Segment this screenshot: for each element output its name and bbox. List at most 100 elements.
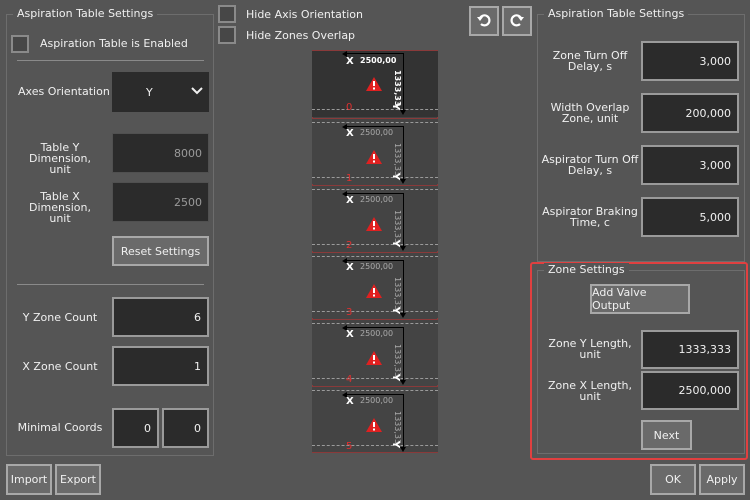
zone-y-label: Y (390, 306, 402, 315)
apply-button[interactable]: Apply (699, 464, 745, 495)
overlap-line-top (312, 256, 438, 257)
hide-zones-checkbox[interactable] (218, 26, 236, 44)
zone-x-label: X (346, 329, 354, 340)
zone-index: 3 (346, 307, 353, 318)
table-x-dimension-input[interactable]: 2500 (112, 182, 209, 222)
zone-item[interactable]: X 2500,00 1333,33 Y 5 (312, 386, 438, 452)
zone-index: 1 (346, 173, 353, 184)
zone-y-length-label: Zone Y Length, unit (548, 337, 632, 361)
next-button[interactable]: Next (641, 420, 692, 450)
right-group-title: Aspiration Table Settings (544, 7, 689, 20)
zone-y-value: 1333,33 (393, 70, 402, 107)
minimal-coords-y-input[interactable]: 0 (162, 408, 209, 448)
aspirator-turn-off-input[interactable]: 3,000 (641, 145, 739, 185)
table-y-dimension-label: Table Y Dimension, unit (29, 141, 91, 176)
aspirator-braking-input[interactable]: 5,000 (641, 197, 739, 237)
zone-x-label: X (346, 262, 354, 273)
x-axis-line (344, 327, 404, 328)
chevron-down-icon (191, 85, 203, 98)
zone-x-label: X (346, 396, 354, 407)
warning-icon (366, 150, 382, 167)
overlap-line-top (312, 390, 438, 391)
x-axis-line (344, 53, 404, 54)
zone-turn-off-input[interactable]: 3,000 (641, 41, 739, 81)
y-axis-arrow-icon (400, 110, 406, 115)
y-axis-line (403, 126, 404, 180)
x-zone-count-input[interactable]: 1 (112, 346, 209, 386)
zone-index: 2 (346, 240, 353, 251)
export-button[interactable]: Export (55, 464, 101, 495)
y-zone-count-label: Y Zone Count (22, 311, 98, 324)
zone-x-value: 2500,00 (360, 329, 394, 338)
overlap-line-top (312, 323, 438, 324)
minimal-coords-x-input[interactable]: 0 (112, 408, 159, 448)
zone-y-value: 1333,33 (393, 143, 402, 177)
zone-y-value: 1333,33 (393, 411, 402, 445)
zone-item[interactable]: X 2500,00 1333,33 Y 1 (312, 118, 438, 184)
rotate-cw-icon (509, 12, 525, 31)
warning-icon (366, 77, 382, 94)
y-zone-count-input[interactable]: 6 (112, 297, 209, 337)
table-y-dimension-input[interactable]: 8000 (112, 133, 209, 173)
axes-orientation-select[interactable]: Y (112, 72, 209, 112)
y-axis-line (403, 53, 404, 111)
zone-x-value: 2500,00 (360, 195, 394, 204)
add-valve-output-button[interactable]: Add Valve Output (590, 284, 690, 314)
zone-item[interactable]: X 2500,00 1333,33 Y 4 (312, 319, 438, 385)
zone-y-value: 1333,33 (393, 210, 402, 244)
aspiration-enabled-checkbox[interactable] (11, 35, 29, 53)
x-axis-line (344, 394, 404, 395)
zone-y-label: Y (390, 373, 402, 382)
x-axis-line (344, 126, 404, 127)
zone-x-value: 2500,00 (360, 128, 394, 137)
width-overlap-input[interactable]: 200,000 (641, 93, 739, 133)
zone-y-value: 1333,33 (393, 277, 402, 311)
x-axis-line (344, 193, 404, 194)
width-overlap-label: Width Overlap Zone, unit (550, 101, 630, 125)
zone-y-length-input[interactable]: 1333,333 (641, 330, 739, 369)
hide-axis-label[interactable]: Hide Axis Orientation (246, 9, 363, 20)
y-axis-line (403, 260, 404, 314)
rotate-ccw-icon (476, 12, 492, 31)
zone-x-label: X (346, 128, 354, 139)
ok-button[interactable]: OK (650, 464, 696, 495)
aspiration-enabled-label[interactable]: Aspiration Table is Enabled (40, 38, 188, 49)
zone-index: 5 (346, 441, 353, 452)
zone-turn-off-label: Zone Turn Off Delay, s (552, 49, 628, 73)
warning-icon (366, 351, 382, 368)
overlap-line-bottom (312, 445, 438, 446)
table-x-dimension-label: Table X Dimension, unit (29, 190, 91, 225)
zone-x-value: 2500,00 (360, 396, 394, 405)
minimal-coords-label: Minimal Coords (17, 421, 103, 434)
overlap-line-bottom (312, 244, 438, 245)
zone-x-value: 2500,00 (360, 262, 394, 271)
warning-icon (366, 284, 382, 301)
zone-item[interactable]: X 2500,00 1333,33 Y 2 (312, 185, 438, 251)
rotate-cw-button[interactable] (502, 6, 532, 36)
aspirator-braking-label: Aspirator Braking Time, c (542, 205, 638, 229)
left-divider-bottom (17, 284, 204, 285)
x-axis-line (344, 260, 404, 261)
zone-item[interactable]: X 2500,00 1333,33 Y 0 (312, 51, 438, 117)
overlap-line-bottom (312, 311, 438, 312)
overlap-line-bottom (312, 378, 438, 379)
zone-index: 4 (346, 374, 353, 385)
zone-x-label: X (346, 195, 354, 206)
zone-y-label: Y (390, 440, 402, 449)
axes-orientation-label: Axes Orientation (18, 85, 110, 98)
rotate-ccw-button[interactable] (469, 6, 499, 36)
zone-y-label: Y (390, 102, 402, 111)
zone-x-length-input[interactable]: 2500,000 (641, 371, 739, 410)
import-button[interactable]: Import (6, 464, 52, 495)
overlap-line-bottom (312, 109, 438, 110)
zone-y-value: 1333,33 (393, 344, 402, 378)
y-axis-line (403, 394, 404, 448)
hide-axis-checkbox[interactable] (218, 5, 236, 23)
overlap-line-top (312, 189, 438, 190)
reset-settings-button[interactable]: Reset Settings (112, 236, 209, 266)
aspirator-turn-off-label: Aspirator Turn Off Delay, s (541, 153, 639, 177)
hide-zones-label[interactable]: Hide Zones Overlap (246, 30, 355, 41)
left-divider-top (17, 60, 204, 61)
zone-item[interactable]: X 2500,00 1333,33 Y 3 (312, 252, 438, 318)
zone-x-label: X (346, 56, 354, 67)
